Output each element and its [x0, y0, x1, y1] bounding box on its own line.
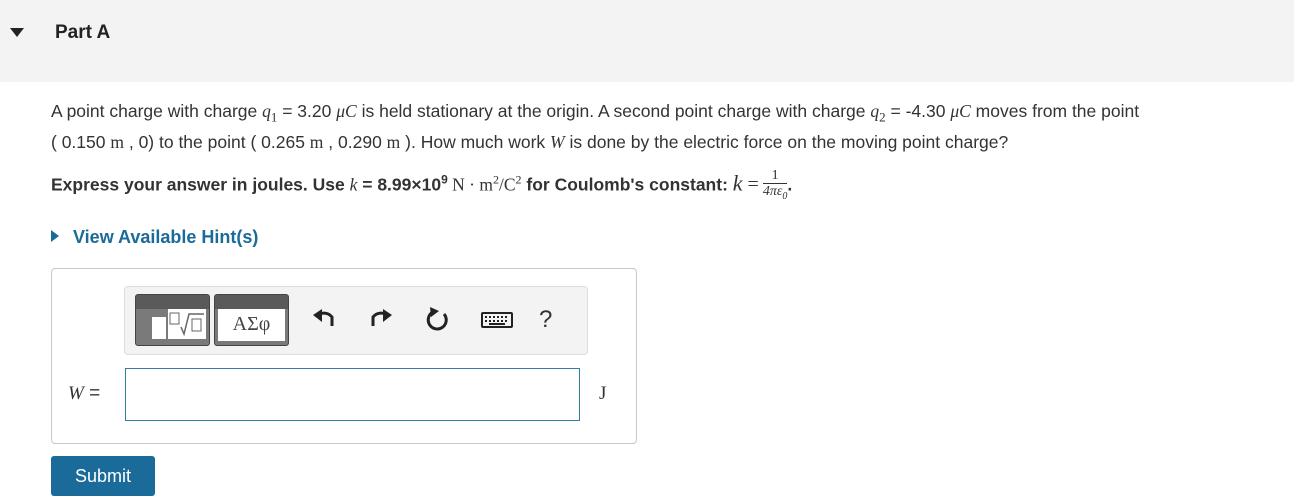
- period: .: [787, 174, 793, 195]
- help-icon[interactable]: ?: [539, 306, 552, 334]
- answer-input[interactable]: [125, 368, 580, 421]
- k-units: N · m: [447, 174, 493, 195]
- work-symbol: W: [550, 131, 565, 152]
- coulomb-fraction: 1 4πε0: [762, 168, 788, 204]
- q1-value: = 3.20: [277, 101, 337, 121]
- keyboard-icon[interactable]: [480, 304, 514, 334]
- hints-label: View Available Hint(s): [73, 227, 259, 247]
- fraction-numerator: 1: [762, 168, 788, 184]
- instruction-text: Express your answer in joules. Use: [51, 174, 350, 195]
- answer-variable-label: W =: [68, 383, 100, 405]
- problem-text: is done by the electric force on the mov…: [564, 131, 1009, 152]
- q2-symbol: q: [870, 101, 880, 121]
- redo-icon[interactable]: [367, 304, 395, 334]
- template-box: [152, 317, 166, 339]
- answer-instruction: Express your answer in joules. Use k = 8…: [51, 168, 792, 204]
- problem-text: is held stationary at the origin. A seco…: [356, 101, 871, 121]
- mu-symbol: μ: [336, 101, 346, 121]
- problem-text: A point charge with charge: [51, 101, 263, 121]
- equals-sign: =: [742, 173, 759, 196]
- meter-unit: m: [309, 131, 324, 152]
- undo-icon[interactable]: [310, 304, 338, 334]
- view-hints-link[interactable]: View Available Hint(s): [51, 227, 258, 248]
- meter-unit: m: [386, 131, 401, 152]
- reset-icon[interactable]: [424, 304, 452, 334]
- problem-text: , 0) to the point ( 0.265: [123, 131, 310, 152]
- submit-button[interactable]: Submit: [51, 456, 155, 496]
- templates-icon: [168, 309, 206, 339]
- coulomb-unit: C: [345, 101, 357, 121]
- part-header[interactable]: Part A: [0, 0, 1294, 82]
- k-value: = 8.99×10: [357, 174, 442, 195]
- collapse-triangle-icon[interactable]: [10, 28, 24, 37]
- templates-button[interactable]: [135, 294, 210, 346]
- answer-panel: ΑΣφ ? W = J: [51, 268, 637, 444]
- mu-symbol: μ: [950, 101, 960, 121]
- part-title: Part A: [55, 22, 111, 43]
- problem-line-1: A point charge with charge q1 = 3.20 μC …: [51, 99, 1294, 130]
- math-toolbar: ΑΣφ ?: [124, 286, 588, 355]
- problem-text: ). How much work: [400, 131, 551, 152]
- greek-letters-button[interactable]: ΑΣφ: [214, 294, 289, 346]
- problem-statement: A point charge with charge q1 = 3.20 μC …: [51, 99, 1294, 155]
- k-exponent: 9: [441, 172, 448, 187]
- k-symbol: k: [732, 170, 743, 196]
- q2-value: = -4.30: [885, 101, 951, 121]
- button-bar: [136, 295, 209, 309]
- meter-unit: m: [110, 131, 124, 152]
- w-variable: W: [68, 383, 84, 404]
- fraction-denominator: 4πε0: [763, 184, 788, 204]
- equals-sign: =: [83, 383, 101, 404]
- unit-label: J: [599, 383, 607, 404]
- problem-line-2: ( 0.150 m , 0) to the point ( 0.265 m , …: [51, 130, 1294, 155]
- button-bar: [215, 295, 288, 309]
- problem-text: , 0.290: [323, 131, 387, 152]
- k-units-denominator: /C: [498, 174, 516, 195]
- instruction-text: for Coulomb's constant:: [521, 174, 733, 195]
- expand-triangle-icon: [51, 230, 59, 243]
- coulomb-unit: C: [959, 101, 971, 121]
- problem-text: ( 0.150: [51, 131, 111, 152]
- denominator-text: 4πε: [762, 184, 783, 199]
- q1-symbol: q: [262, 101, 271, 121]
- problem-text: moves from the point: [970, 101, 1140, 121]
- greek-letters-icon: ΑΣφ: [218, 309, 285, 341]
